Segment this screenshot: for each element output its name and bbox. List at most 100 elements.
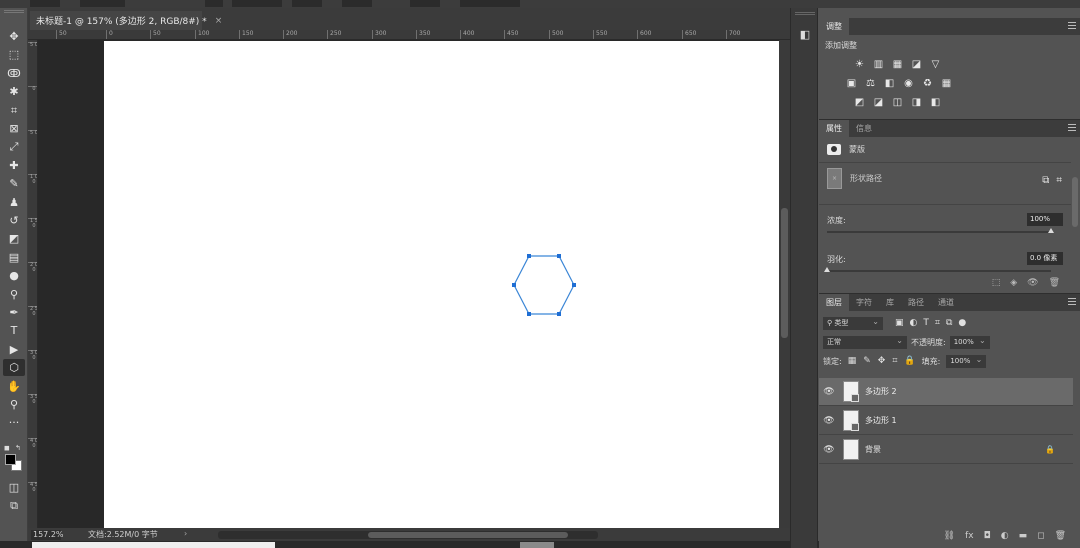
levels-icon[interactable]: ▥: [872, 59, 885, 70]
shape-path-thumbnail[interactable]: ×: [827, 168, 842, 189]
options-segment[interactable]: [232, 0, 282, 7]
panel-scrollbar[interactable]: [1072, 177, 1078, 227]
hexagon-shape[interactable]: [513, 255, 575, 315]
dodge-tool[interactable]: ⚲: [3, 286, 25, 303]
smart-object-filter-icon[interactable]: ⧉: [946, 318, 952, 328]
threshold-icon[interactable]: ◫: [891, 97, 904, 108]
hue-saturation-icon[interactable]: ▣: [845, 78, 858, 89]
move-tool[interactable]: ✥: [3, 28, 25, 45]
options-segment[interactable]: [460, 0, 520, 7]
eyedropper-tool[interactable]: ⤢: [3, 138, 25, 155]
lock-artboard-icon[interactable]: ⌗: [892, 356, 897, 366]
photo-filter-icon[interactable]: ◉: [902, 78, 915, 89]
marquee-tool[interactable]: ⬚: [3, 46, 25, 63]
zoom-field[interactable]: 157.2%: [31, 530, 64, 540]
density-slider[interactable]: [827, 228, 1054, 233]
gradient-map-icon[interactable]: ◧: [929, 97, 942, 108]
close-icon[interactable]: ×: [215, 16, 223, 26]
eraser-tool[interactable]: ◩: [3, 230, 25, 247]
panel-menu-icon[interactable]: [1068, 22, 1076, 29]
default-colors-icon[interactable]: ◼: [4, 444, 10, 452]
foreground-color-swatch[interactable]: [5, 454, 16, 465]
slider-thumb[interactable]: [824, 267, 830, 272]
filter-toggle-icon[interactable]: ●: [958, 318, 966, 328]
tab-character[interactable]: 字符: [849, 294, 879, 311]
vibrance-icon[interactable]: ▽: [929, 59, 942, 70]
scrollbar-thumb[interactable]: [368, 532, 568, 538]
tab-libraries[interactable]: 库: [879, 294, 901, 311]
anchor-point[interactable]: [557, 254, 561, 258]
options-segment[interactable]: [410, 0, 440, 7]
feather-input[interactable]: 0.0 像素: [1027, 252, 1063, 265]
feather-slider[interactable]: [824, 267, 1051, 272]
layer-row[interactable]: 👁 多边形 2: [819, 378, 1073, 406]
type-filter-icon[interactable]: T: [923, 318, 929, 328]
document-tab[interactable]: 未标题-1 @ 157% (多边形 2, RGB/8#) * ×: [30, 11, 222, 30]
anchor-point[interactable]: [572, 283, 576, 287]
eye-icon[interactable]: 👁: [819, 387, 839, 397]
horizontal-ruler[interactable]: 50 0 50 100 150 200 250 300 350 400 450 500 550 600 65…: [28, 30, 790, 40]
vertical-scrollbar[interactable]: [779, 40, 790, 528]
tab-paths[interactable]: 路径: [901, 294, 931, 311]
new-layer-icon[interactable]: ◻: [1037, 531, 1044, 541]
pen-tool[interactable]: ✒: [3, 304, 25, 321]
lock-all-icon[interactable]: 🔒: [904, 356, 915, 366]
apply-mask-icon[interactable]: ◈: [1010, 278, 1017, 288]
gradient-tool[interactable]: ▤: [3, 249, 25, 266]
slider-thumb[interactable]: [1048, 228, 1054, 233]
clone-stamp-tool[interactable]: ♟: [3, 194, 25, 211]
channel-mixer-icon[interactable]: ♻: [921, 78, 934, 89]
adjustment-layer-icon[interactable]: ◐: [1001, 531, 1009, 541]
delete-layer-icon[interactable]: 🗑: [1055, 531, 1066, 541]
scrollbar-thumb[interactable]: [781, 208, 788, 338]
panel-grip[interactable]: [795, 12, 815, 15]
load-selection-icon[interactable]: ⬚: [992, 278, 1001, 288]
panel-menu-icon[interactable]: [1068, 298, 1076, 305]
panel-grip[interactable]: [4, 10, 24, 13]
layer-row[interactable]: 👁 背景 🔒: [819, 436, 1073, 464]
more-tools[interactable]: ···: [3, 414, 25, 431]
link-layers-icon[interactable]: ⛓: [944, 531, 955, 541]
crop-tool[interactable]: ⌗: [3, 102, 25, 119]
type-tool[interactable]: T: [3, 322, 25, 339]
screen-mode-icon[interactable]: ⧉: [3, 497, 25, 514]
layer-filter-select[interactable]: ⚲ 类型: [823, 316, 883, 330]
lock-pixels-icon[interactable]: ▦: [848, 356, 857, 366]
tab-layers[interactable]: 图层: [819, 294, 849, 311]
anchor-point[interactable]: [527, 254, 531, 258]
anchor-point[interactable]: [557, 312, 561, 316]
lock-position-icon[interactable]: ✥: [878, 356, 886, 366]
horizontal-scrollbar[interactable]: [218, 531, 598, 539]
canvas[interactable]: [104, 41, 779, 529]
polygon-tool[interactable]: ⬡: [3, 359, 25, 377]
brush-tool[interactable]: ✎: [3, 175, 25, 192]
blur-tool[interactable]: ●: [3, 267, 25, 284]
panel-toggle-icon[interactable]: ◧: [797, 28, 813, 42]
adjustment-filter-icon[interactable]: ◐: [910, 318, 918, 328]
layer-row[interactable]: 👁 多边形 1: [819, 407, 1073, 435]
add-mask-icon[interactable]: ◘: [984, 531, 991, 541]
options-segment[interactable]: [342, 0, 372, 7]
options-segment[interactable]: [30, 0, 60, 7]
vector-mask-icon[interactable]: ⌗: [1056, 175, 1062, 186]
healing-brush-tool[interactable]: ✚: [3, 157, 25, 174]
lock-image-icon[interactable]: ✎: [863, 356, 871, 366]
tab-properties[interactable]: 属性: [819, 120, 849, 137]
options-segment[interactable]: [205, 0, 223, 7]
hand-tool[interactable]: ✋: [3, 378, 25, 395]
eye-icon[interactable]: 👁: [819, 416, 839, 426]
color-lookup-icon[interactable]: ▦: [940, 78, 953, 89]
anchor-point[interactable]: [512, 283, 516, 287]
density-input[interactable]: 100%: [1027, 213, 1063, 226]
group-icon[interactable]: ▬: [1019, 531, 1028, 541]
shape-filter-icon[interactable]: ⌗: [935, 318, 940, 328]
delete-icon[interactable]: 🗑: [1049, 278, 1060, 288]
pixel-filter-icon[interactable]: ▣: [895, 318, 904, 328]
tab-channels[interactable]: 通道: [931, 294, 961, 311]
tab-adjustments[interactable]: 调整: [819, 18, 849, 35]
frame-tool[interactable]: ⊠: [3, 120, 25, 137]
lasso-tool[interactable]: ↂ: [3, 65, 25, 82]
select-mask-icon[interactable]: ⧉: [1042, 175, 1049, 186]
fx-icon[interactable]: fx: [965, 531, 974, 541]
eye-icon[interactable]: 👁: [819, 445, 839, 455]
